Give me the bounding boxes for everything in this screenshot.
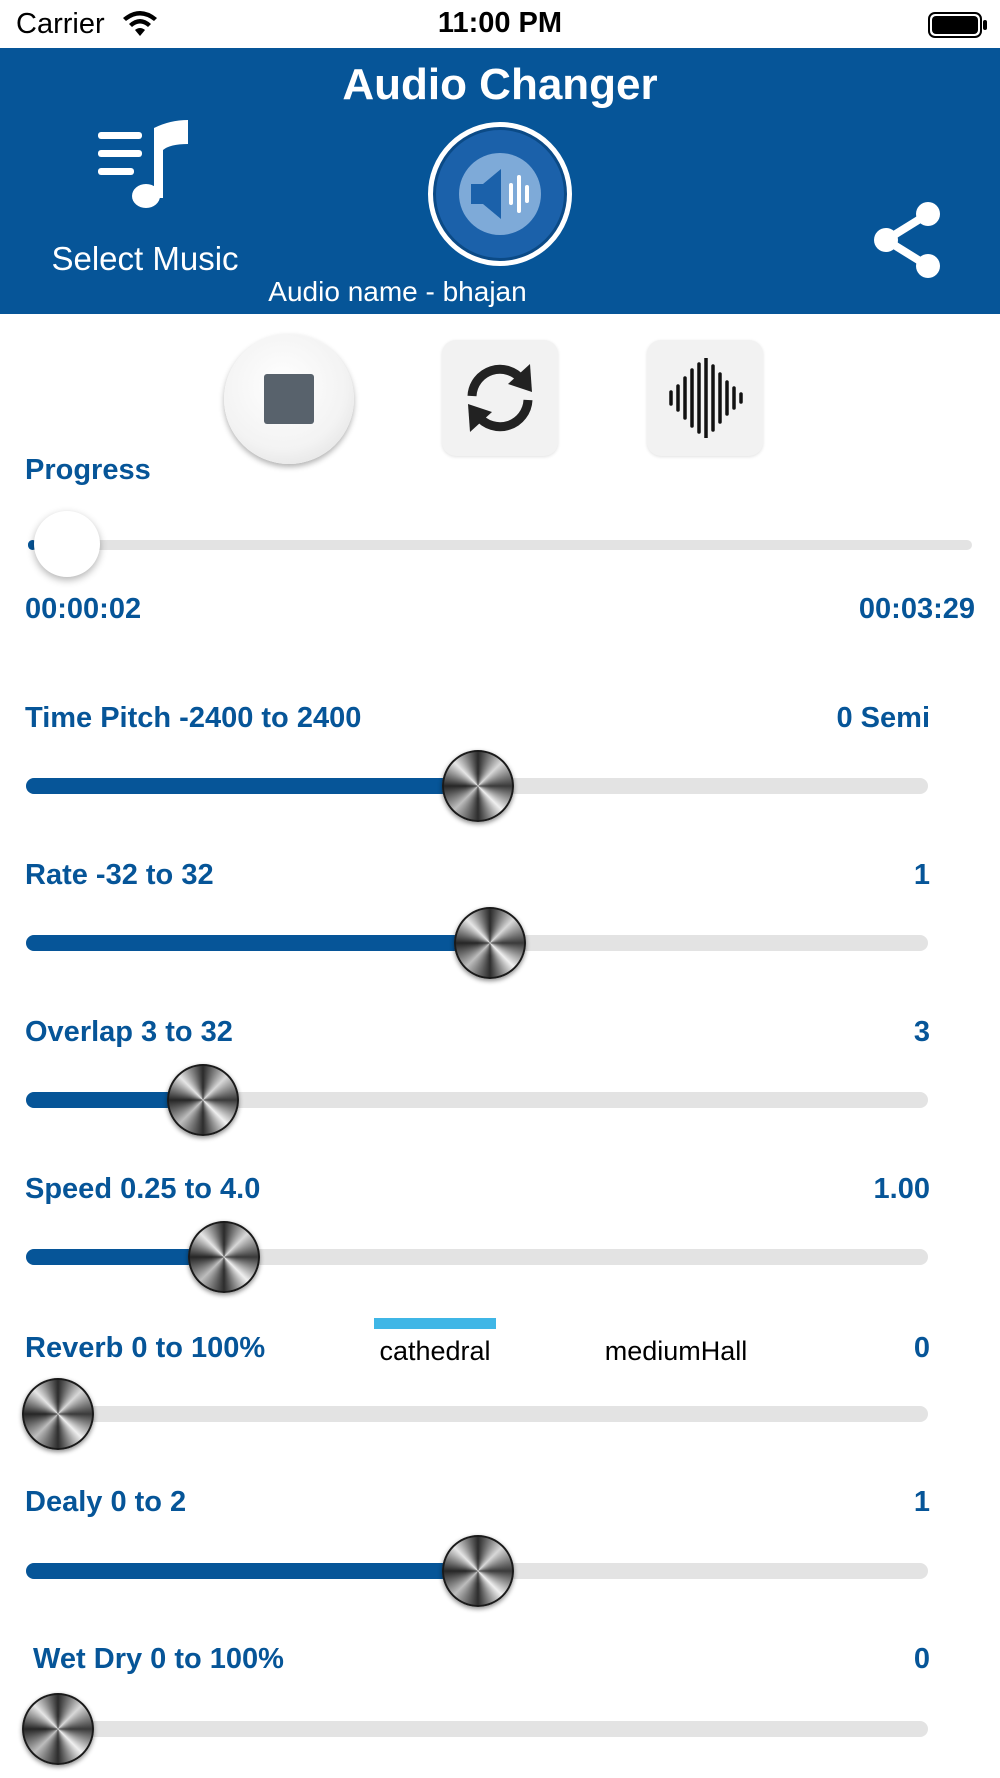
reverb-value: 0 xyxy=(913,1332,930,1364)
wet-dry-value: 0 xyxy=(913,1643,930,1675)
speed-value: 1.00 xyxy=(873,1173,930,1205)
delay-fill xyxy=(26,1563,477,1579)
rate-label: Rate -32 to 32 xyxy=(25,859,214,891)
battery-icon xyxy=(928,12,987,38)
reverb-label: Reverb 0 to 100% xyxy=(25,1332,266,1364)
overlap-slider[interactable] xyxy=(26,1092,928,1108)
reverb-preset-indicator xyxy=(374,1318,496,1329)
speaker-button[interactable] xyxy=(428,122,572,266)
rate-value: 1 xyxy=(913,859,930,891)
speed-slider[interactable] xyxy=(26,1249,928,1265)
audio-name-label: Audio name - bhajan xyxy=(268,276,527,307)
wet-dry-knob[interactable] xyxy=(22,1693,94,1765)
refresh-icon xyxy=(467,364,533,432)
time-pitch-fill xyxy=(26,778,477,794)
overlap-knob[interactable] xyxy=(167,1064,239,1136)
total-time: 00:03:29 xyxy=(858,593,975,625)
stop-button[interactable] xyxy=(224,334,354,464)
overlap-value: 3 xyxy=(913,1016,930,1048)
progress-thumb[interactable] xyxy=(34,511,100,577)
refresh-button[interactable] xyxy=(442,340,558,456)
speed-label: Speed 0.25 to 4.0 xyxy=(25,1173,261,1205)
overlap-label: Overlap 3 to 32 xyxy=(25,1016,233,1048)
app-header: Audio Changer Select Music Audio name - … xyxy=(0,48,1000,314)
reverb-slider[interactable] xyxy=(26,1406,928,1422)
progress-label: Progress xyxy=(25,454,151,486)
wet-dry-slider[interactable] xyxy=(26,1721,928,1737)
delay-label: Dealy 0 to 2 xyxy=(25,1486,187,1518)
waveform-button[interactable] xyxy=(647,340,763,456)
speed-knob[interactable] xyxy=(188,1221,260,1293)
app-title: Audio Changer xyxy=(342,60,658,109)
time-pitch-value: 0 Semi xyxy=(836,702,931,734)
speaker-icon xyxy=(459,153,541,235)
reverb-preset-cathedral[interactable]: cathedral xyxy=(374,1336,496,1367)
select-music-label[interactable]: Select Music xyxy=(40,240,250,278)
time-pitch-knob[interactable] xyxy=(442,750,514,822)
status-time: 11:00 PM xyxy=(437,7,563,39)
reverb-knob[interactable] xyxy=(22,1378,94,1450)
current-time: 00:00:02 xyxy=(25,593,142,625)
status-bar: Carrier 11:00 PM xyxy=(0,0,1000,48)
waveform-icon xyxy=(669,358,743,438)
stop-icon xyxy=(264,374,314,424)
delay-value: 1 xyxy=(913,1486,930,1518)
progress-track[interactable] xyxy=(28,540,972,550)
share-icon[interactable] xyxy=(872,200,944,280)
wet-dry-label: Wet Dry 0 to 100% xyxy=(25,1643,284,1675)
time-pitch-label: Time Pitch -2400 to 2400 xyxy=(25,702,362,734)
music-list-icon[interactable] xyxy=(96,118,196,214)
rate-knob[interactable] xyxy=(454,907,526,979)
rate-fill xyxy=(26,935,491,951)
delay-knob[interactable] xyxy=(442,1535,514,1607)
